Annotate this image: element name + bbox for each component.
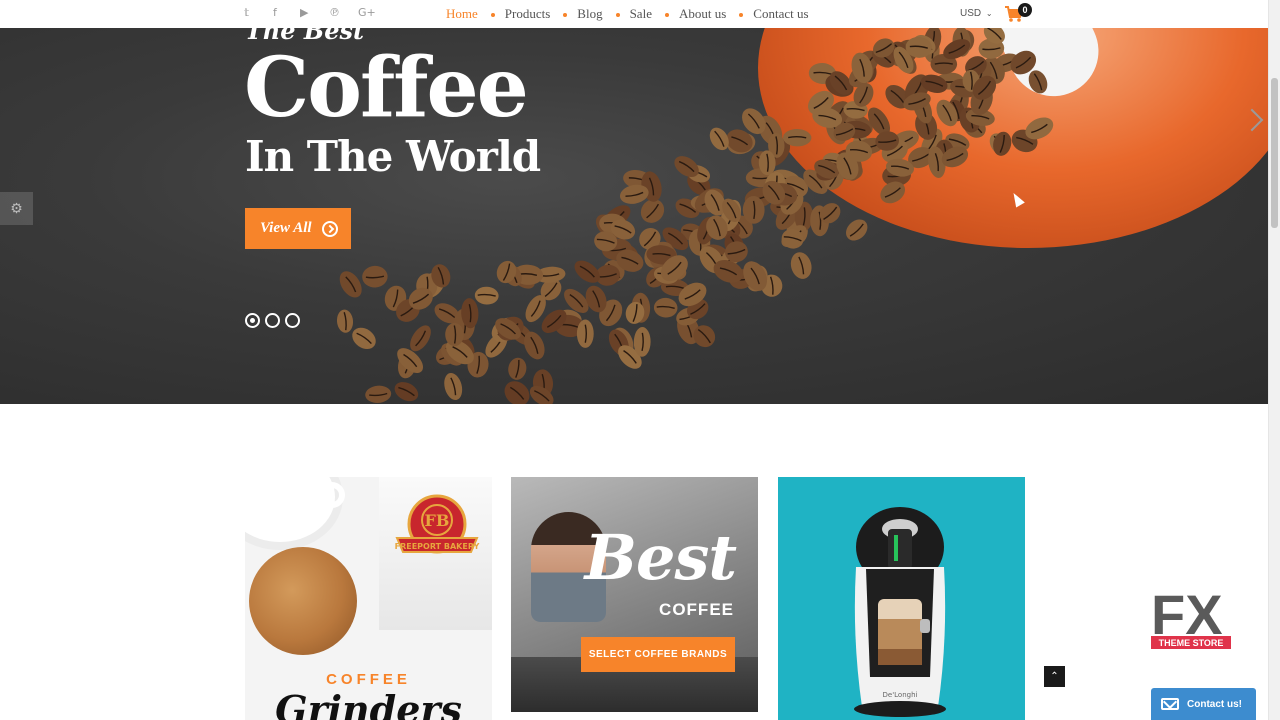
select-coffee-brands-button[interactable]: SELECT COFFEE BRANDS (581, 637, 735, 672)
freeport-bakery-logo: FB FREEPORT BAKERY (395, 494, 480, 554)
coffee-bean (474, 286, 499, 305)
slider-dot-1[interactable] (245, 313, 260, 328)
coffee-bean (845, 219, 868, 241)
twitter-icon[interactable]: 𝕥 (244, 6, 249, 19)
banner-grinders-title: Grinders (275, 687, 462, 720)
coffee-bean (444, 372, 463, 401)
nav-separator (664, 13, 669, 17)
nav-blog[interactable]: Blog (577, 6, 602, 22)
nav-about-us[interactable]: About us (679, 6, 726, 22)
banner-best-title: Best (584, 521, 737, 594)
hero-slider: The Best Coffee In The World View All ⚙ (0, 28, 1268, 404)
slider-dot-2[interactable] (265, 313, 280, 328)
mail-icon (1161, 698, 1179, 710)
back-to-top-button[interactable]: ⌃ (1044, 666, 1065, 687)
cookie-image (249, 547, 357, 655)
currency-selector[interactable]: USD ⌄ (960, 8, 993, 19)
google-plus-icon[interactable]: G+ (358, 6, 376, 19)
nav-separator (490, 13, 495, 17)
coffee-bean (790, 252, 812, 279)
top-bar: 𝕥 f ▶ ℗ G+ Home Products Blog Sale About… (0, 0, 1268, 28)
nav-sale[interactable]: Sale (630, 6, 652, 22)
coffee-machine-image: De'Longhi (854, 507, 946, 717)
scrollbar-thumb[interactable] (1271, 78, 1278, 228)
banner-best-subtitle: COFFEE (659, 600, 734, 619)
slider-dot-3[interactable] (285, 313, 300, 328)
slider-dots (245, 313, 300, 328)
fx-theme-store-logo[interactable]: FX THEME STORE (1151, 588, 1231, 650)
youtube-icon[interactable]: ▶ (300, 6, 308, 19)
coffee-bean (365, 385, 392, 403)
nav-separator (615, 13, 620, 17)
logo-text: FREEPORT BAKERY (395, 542, 480, 551)
cup-handle-image (309, 482, 345, 508)
cart-count-badge: 0 (1018, 3, 1032, 17)
coffee-bean (576, 319, 594, 348)
nav-contact-us[interactable]: Contact us (753, 6, 808, 22)
coffee-bean (410, 325, 431, 352)
svg-text:FB: FB (425, 511, 450, 530)
main-nav: Home Products Blog Sale About us Contact… (446, 6, 809, 22)
view-all-button[interactable]: View All (245, 208, 351, 249)
nav-separator (739, 13, 744, 17)
nav-home[interactable]: Home (446, 6, 478, 22)
banner-best-coffee[interactable]: Best COFFEE SELECT COFFEE BRANDS (511, 477, 758, 712)
gear-icon[interactable]: ⚙ (0, 192, 33, 225)
coffee-bean (633, 327, 651, 357)
currency-value: USD (960, 8, 982, 19)
contact-us-button[interactable]: Contact us! (1151, 688, 1256, 720)
view-all-label: View All (260, 220, 312, 236)
facebook-icon[interactable]: f (273, 6, 277, 19)
coffee-bean (339, 271, 362, 298)
coffee-bean (653, 297, 678, 318)
coffee-bean (352, 327, 376, 350)
pinterest-icon[interactable]: ℗ (329, 6, 340, 19)
hero-headline: Coffee (244, 40, 529, 136)
page: 𝕥 f ▶ ℗ G+ Home Products Blog Sale About… (0, 0, 1280, 720)
banner-coffee-machine[interactable]: De'Longhi (778, 477, 1025, 720)
coffee-bean (394, 382, 419, 402)
coffee-bean (508, 357, 527, 380)
scrollbar[interactable] (1268, 0, 1280, 720)
fx-logo-subtitle: THEME STORE (1159, 638, 1224, 648)
nav-separator (563, 13, 568, 17)
hero-subline: In The World (245, 132, 541, 181)
coffee-bean (1028, 70, 1048, 94)
coffee-bean (336, 309, 354, 333)
machine-brand: De'Longhi (883, 691, 918, 699)
coffee-beans-image (336, 28, 1054, 404)
contact-us-label: Contact us! (1187, 698, 1242, 710)
chevron-down-icon: ⌄ (985, 9, 993, 18)
coffee-bean (504, 381, 530, 404)
coffee-bean (362, 265, 388, 288)
nav-products[interactable]: Products (505, 6, 551, 22)
banner-grinders[interactable]: FB FREEPORT BAKERY COFFEE Grinders (245, 477, 492, 720)
banner-grinders-label: COFFEE (326, 671, 411, 688)
arrow-circle-icon (321, 220, 338, 237)
